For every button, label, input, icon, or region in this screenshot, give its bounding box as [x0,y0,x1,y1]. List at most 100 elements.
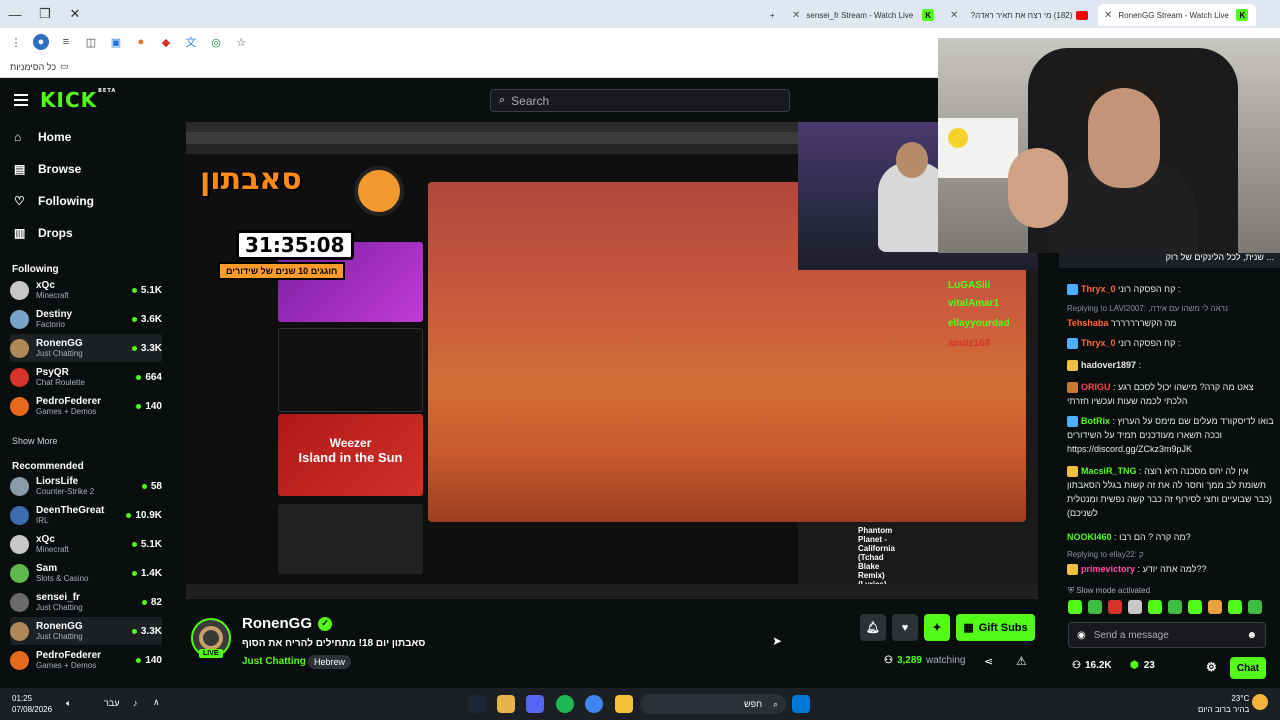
tab-ronengg[interactable]: ✕ RonenGG Stream - Watch Live o K [1098,4,1256,26]
extensions-icon[interactable]: ◫ [83,34,99,50]
taskbar-search[interactable]: חפש ⌕ [640,694,786,714]
sidebar-channel-xqc[interactable]: xQc Minecraft 5.1K [10,276,162,304]
subscribe-button[interactable]: ✦ [924,614,950,641]
tab-youtube[interactable]: ✕ (182) מי רצח את תאיר ראדה? [944,4,1094,26]
search-input[interactable]: ⌕ Search [490,89,790,112]
weather-widget[interactable]: 23°C בהיר ברוב היום [1198,693,1249,715]
steam-icon[interactable] [468,695,486,713]
chat-username[interactable]: MacsiR_TNG [1081,466,1137,476]
chat-input[interactable]: ◉ Send a message ☻ [1068,622,1266,648]
thumbnail-weezer[interactable]: Weezer Island in the Sun [278,414,423,496]
close-icon[interactable]: ✕ [792,10,800,21]
sidebar-channel-xqc[interactable]: xQc Minecraft 5.1K [10,530,162,558]
sidebar-channel-pedrofederer[interactable]: PedroFederer Games + Demos 140 [10,392,162,420]
chat-settings-gear-icon[interactable]: ⚙ [1206,660,1217,674]
sidebar-channel-psyqr[interactable]: PsyQR Chat Roulette 664 [10,363,162,391]
microphone-icon[interactable]: ♪ [133,698,138,708]
menu-dots-icon[interactable]: ⋮ [8,34,24,50]
report-icon[interactable]: ⚠ [1016,654,1027,668]
emoji-icon[interactable]: ☻ [1246,630,1257,641]
profile-icon[interactable]: ● [33,34,49,50]
playlist-icon[interactable]: ≡ [58,34,74,50]
sidebar-channel-ronengg[interactable]: RonenGG Just Chatting 3.3K [10,334,162,362]
chat-send-button[interactable]: Chat [1230,657,1266,679]
nav-following[interactable]: ♡ Following [14,194,94,208]
chat-message[interactable]: NOOKI460 : מה קרה ? הם רבו? [1067,530,1277,544]
chat-username[interactable]: Tehshaba [1067,318,1108,328]
extension-red-icon[interactable]: ◆ [158,34,174,50]
translate-icon[interactable]: 文 [183,34,199,50]
extension-green-icon[interactable]: ◎ [208,34,224,50]
chat-username[interactable]: primevictory [1081,564,1135,574]
chat-message[interactable]: Thryx_0 קח הפסקה רוני : [1067,282,1277,296]
emote-icon[interactable] [1128,600,1142,614]
close-icon[interactable]: ✕ [1104,10,1112,21]
chat-message[interactable]: Tehshaba מה הקשררררררר [1067,316,1277,330]
sidebar-channel-pedrofederer[interactable]: PedroFederer Games + Demos 140 [10,646,162,674]
hamburger-menu-icon[interactable] [14,94,28,106]
sidebar-channel-destiny[interactable]: Destiny Factorio 3.6K [10,305,162,333]
chat-username[interactable]: BotRix [1081,416,1110,426]
tab-sensei[interactable]: ✕ sensei_fr Stream - Watch Live o K [786,4,940,26]
chat-message[interactable]: MacsiR_TNG : אין לה יחס מסכנה היא רוצה ת… [1067,464,1277,520]
chat-message[interactable]: ORIGU : צאט מה קרה? מישהו יכול לסכם רגע … [1067,380,1277,408]
chat-message[interactable]: hadover1897 : [1067,358,1277,372]
discord-icon[interactable] [526,695,544,713]
chat-message[interactable]: Thryx_0 קח הפסקה רוני : [1067,336,1277,350]
language-indicator[interactable]: עבר [104,698,119,708]
chrome-icon[interactable] [585,695,603,713]
emote-icon[interactable] [1148,600,1162,614]
close-window-button[interactable]: ✕ [60,0,90,28]
video-player[interactable]: Weezer Island in the Sun Phantom Planet … [186,122,1038,599]
chat-username[interactable]: Thryx_0 [1081,284,1116,294]
gift-subs-button[interactable]: ▦ Gift Subs [956,614,1035,641]
emote-icon[interactable] [1248,600,1262,614]
chat-username[interactable]: Thryx_0 [1081,338,1116,348]
show-more-button[interactable]: Show More [12,436,58,446]
windows-start-icon[interactable] [792,695,810,713]
nav-home[interactable]: ⌂ Home [14,130,71,144]
taskbar-clock[interactable]: 01:25 07/08/2026 [12,693,52,715]
emote-icon[interactable] [1188,600,1202,614]
new-tab-button[interactable]: + [764,4,781,26]
screenshot-icon[interactable]: ▣ [108,34,124,50]
nav-browse[interactable]: ▤ Browse [14,162,81,176]
app-icon[interactable] [497,695,515,713]
chevron-up-icon[interactable]: ∧ [153,697,160,708]
sidebar-channel-sensei_fr[interactable]: sensei_fr Just Chatting 82 [10,588,162,616]
bookmark-star-icon[interactable]: ☆ [233,34,249,50]
file-explorer-icon[interactable] [615,695,633,713]
speaker-icon[interactable]: 🔈︎ [66,698,71,709]
sidebar-channel-ronengg[interactable]: RonenGG Just Chatting 3.3K [10,617,162,645]
chat-username[interactable]: ORIGU [1081,382,1111,392]
sidebar-channel-liorslife[interactable]: LiorsLife Counter-Strike 2 58 [10,472,162,500]
sidebar-channel-sam[interactable]: Sam Slots & Casino 1.4K [10,559,162,587]
spotify-icon[interactable] [556,695,574,713]
language-tag[interactable]: Hebrew [308,655,352,669]
chat-message[interactable]: primevictory : למה אתה יודע?? [1067,562,1277,576]
close-icon[interactable]: ✕ [950,10,958,21]
emote-icon[interactable] [1088,600,1102,614]
emote-icon[interactable] [1168,600,1182,614]
chat-username[interactable]: NOOKI460 [1067,532,1112,542]
emote-icon[interactable] [1208,600,1222,614]
streamer-name[interactable]: RonenGG ✓ [242,615,332,632]
thumbnail-portrait[interactable] [278,504,423,574]
emote-icon[interactable] [1228,600,1242,614]
kick-logo[interactable]: KICKBETA [40,88,116,112]
chat-username[interactable]: hadover1897 [1081,360,1136,370]
notification-bell-button[interactable]: 🔔︎ [860,614,886,641]
chat-message[interactable]: BotRix : בואו לדיסקורד מעלים שם מימס על … [1067,414,1277,456]
follow-button[interactable]: ♥ [892,614,918,641]
minimize-button[interactable]: — [0,0,30,28]
share-icon[interactable]: ⋖ [984,655,993,668]
stream-category[interactable]: Just Chatting [242,656,306,667]
emote-icon[interactable] [1068,600,1082,614]
emote-icon[interactable] [1108,600,1122,614]
restore-button[interactable]: ❐ [30,0,60,28]
sidebar-channel-deenthegreat[interactable]: DeenTheGreat IRL 10.9K [10,501,162,529]
bookmarks-all-label[interactable]: כל הסימניות [10,62,56,72]
chat-settings-icon[interactable]: ◉ [1077,630,1086,641]
extension-orange-icon[interactable]: ● [133,34,149,50]
nav-drops[interactable]: ▥ Drops [14,226,73,240]
